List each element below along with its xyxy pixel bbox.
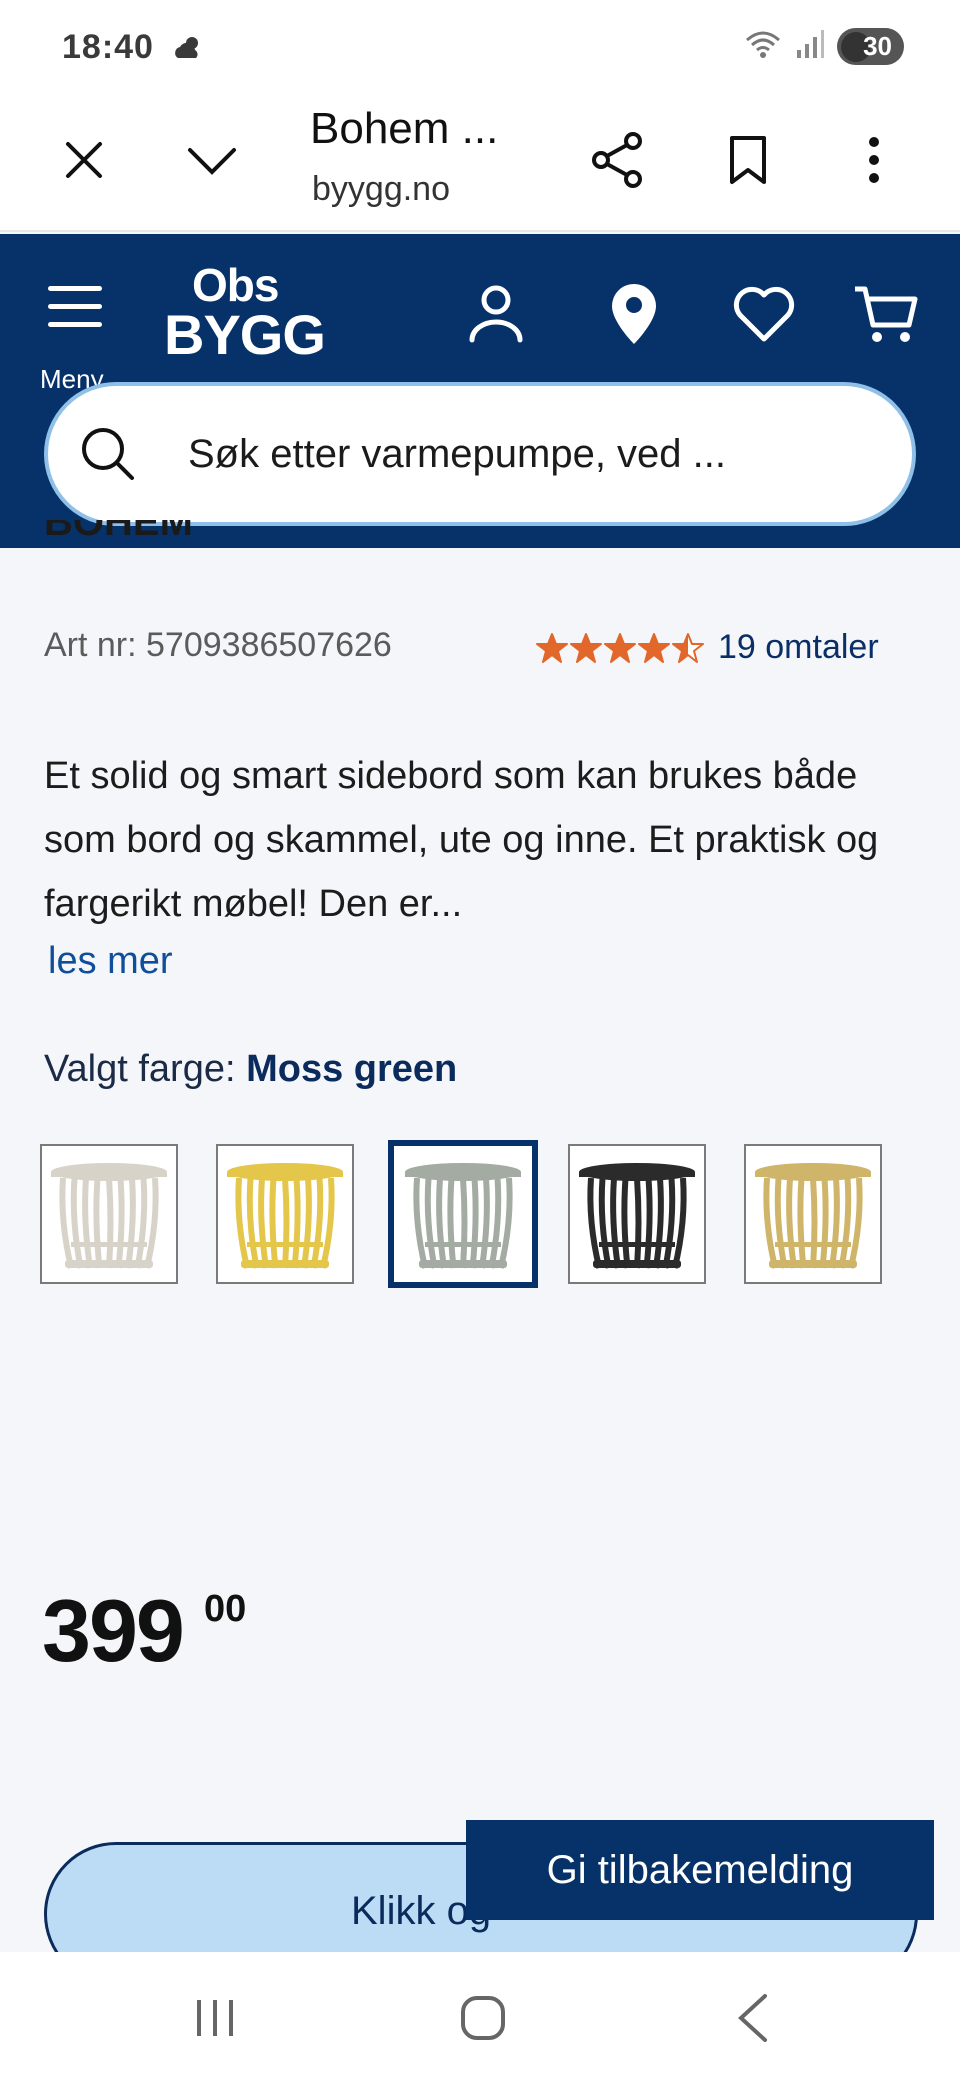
system-nav-bar	[0, 1952, 960, 2080]
signal-icon	[795, 28, 825, 65]
selected-color: Valgt farge: Moss green	[44, 1048, 458, 1090]
location-pin-icon[interactable]	[594, 274, 674, 354]
bookmark-icon[interactable]	[716, 128, 780, 192]
selected-color-name: Moss green	[246, 1048, 458, 1090]
color-swatches	[40, 1140, 940, 1290]
color-swatch-black[interactable]	[568, 1144, 706, 1284]
status-time: 18:40	[62, 28, 154, 66]
cart-icon[interactable]	[846, 274, 926, 354]
side-table-image	[51, 1163, 167, 1269]
battery-indicator: 30	[837, 28, 904, 65]
side-table-image	[579, 1163, 695, 1269]
site-header: Meny Obs BYGG Søk etter varmepumpe, ved …	[0, 234, 960, 548]
site-logo[interactable]: Obs BYGG	[164, 258, 326, 368]
review-count-link[interactable]: 19 omtaler	[718, 628, 879, 667]
color-swatch-beige[interactable]	[40, 1144, 178, 1284]
price-cents: 00	[204, 1588, 247, 1630]
close-icon[interactable]	[52, 128, 116, 192]
article-number: Art nr: 5709386507626	[44, 626, 392, 664]
side-table-image	[755, 1163, 871, 1269]
star-full-icon	[536, 632, 568, 663]
color-swatch-sand[interactable]	[744, 1144, 882, 1284]
price: 399 00	[42, 1580, 246, 1682]
recent-apps-icon[interactable]	[180, 1988, 250, 2048]
product-title: BOHEM	[44, 520, 193, 544]
share-icon[interactable]	[586, 128, 650, 192]
wifi-icon	[743, 28, 783, 65]
status-bar: 18:40 30	[0, 0, 960, 92]
menu-button[interactable]: Meny	[34, 272, 114, 394]
search-icon	[78, 424, 138, 489]
product-description: Et solid og smart sidebord som kan bruke…	[44, 755, 879, 925]
browser-toolbar: Bohem ... byygg.no	[0, 92, 960, 232]
color-swatch-yellow[interactable]	[216, 1144, 354, 1284]
price-main: 399	[42, 1581, 185, 1680]
search-input[interactable]: Søk etter varmepumpe, ved ...	[44, 382, 916, 526]
side-table-image	[405, 1163, 521, 1269]
rating-stars	[536, 632, 704, 664]
back-icon[interactable]	[718, 1988, 788, 2048]
heart-icon[interactable]	[724, 274, 804, 354]
search-placeholder: Søk etter varmepumpe, ved ...	[188, 432, 726, 476]
star-half-icon	[672, 632, 704, 663]
side-table-image	[227, 1163, 343, 1269]
page-domain: byygg.no	[312, 170, 450, 208]
status-icons: 30	[743, 28, 904, 65]
star-full-icon	[570, 632, 602, 663]
user-icon[interactable]	[456, 274, 536, 354]
more-options-icon[interactable]	[842, 128, 906, 192]
page-title: Bohem ...	[310, 104, 499, 153]
home-icon[interactable]	[448, 1988, 518, 2048]
chevron-down-icon[interactable]	[180, 128, 244, 192]
weather-icon	[172, 34, 204, 65]
star-full-icon	[604, 632, 636, 663]
read-more-link[interactable]: les mer	[48, 940, 173, 983]
feedback-button[interactable]: Gi tilbakemelding	[466, 1820, 934, 1920]
star-full-icon	[638, 632, 670, 663]
color-swatch-moss-green[interactable]	[388, 1140, 538, 1288]
product-rating[interactable]: 19 omtaler	[536, 628, 879, 667]
hamburger-icon	[48, 286, 102, 291]
